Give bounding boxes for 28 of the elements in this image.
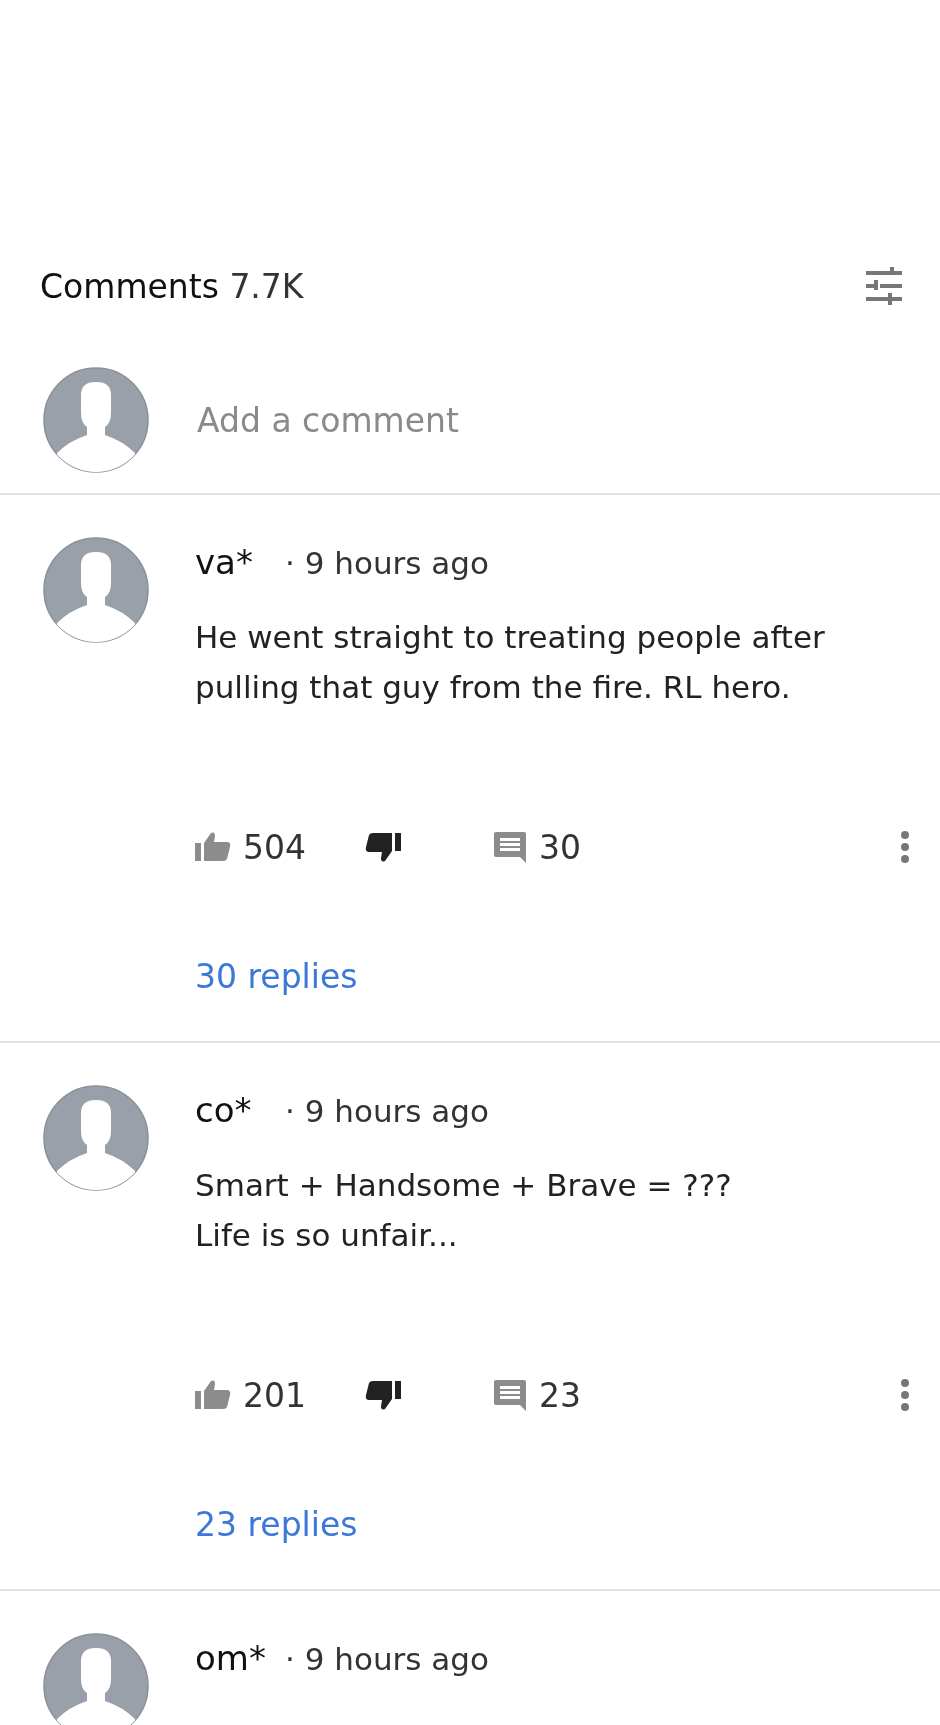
thumbs-up-icon bbox=[195, 1379, 231, 1411]
like-button[interactable]: 504 bbox=[195, 827, 365, 867]
comment-icon bbox=[493, 1378, 527, 1412]
comment-icon bbox=[493, 830, 527, 864]
replies-link[interactable]: 30 replies bbox=[195, 957, 358, 996]
comments-title: Comments 7.7K bbox=[40, 266, 304, 306]
timestamp: · 9 hours ago bbox=[285, 545, 489, 581]
reply-count-button[interactable]: 30 bbox=[493, 827, 581, 867]
filter-icon[interactable] bbox=[864, 266, 904, 306]
comment-text: He went straight to treating people after pulling that guy from the fire. RL hero. bbox=[195, 618, 826, 707]
author-name: va* bbox=[195, 542, 254, 582]
replies-link[interactable]: 23 replies bbox=[195, 1505, 358, 1544]
reply-count-button[interactable]: 23 bbox=[493, 1375, 581, 1415]
thumbs-down-icon bbox=[365, 1379, 401, 1411]
timestamp: · 9 hours ago bbox=[285, 1093, 489, 1129]
like-button[interactable]: 201 bbox=[195, 1375, 365, 1415]
thumbs-up-icon bbox=[195, 831, 231, 863]
comment-text: Smart + Handsome + Brave = ??? Life is so unfair... bbox=[195, 1166, 733, 1255]
more-icon[interactable] bbox=[900, 830, 910, 864]
author-name: co* bbox=[195, 1090, 253, 1130]
timestamp: · 9 hours ago bbox=[285, 1641, 489, 1677]
more-icon[interactable] bbox=[900, 1378, 910, 1412]
avatar-icon bbox=[43, 537, 149, 643]
author-name: om* bbox=[195, 1638, 267, 1678]
avatar-icon bbox=[43, 1085, 149, 1191]
avatar-icon bbox=[43, 367, 149, 473]
comment-input[interactable]: Add a comment bbox=[195, 399, 799, 441]
thumbs-down-icon bbox=[365, 831, 401, 863]
